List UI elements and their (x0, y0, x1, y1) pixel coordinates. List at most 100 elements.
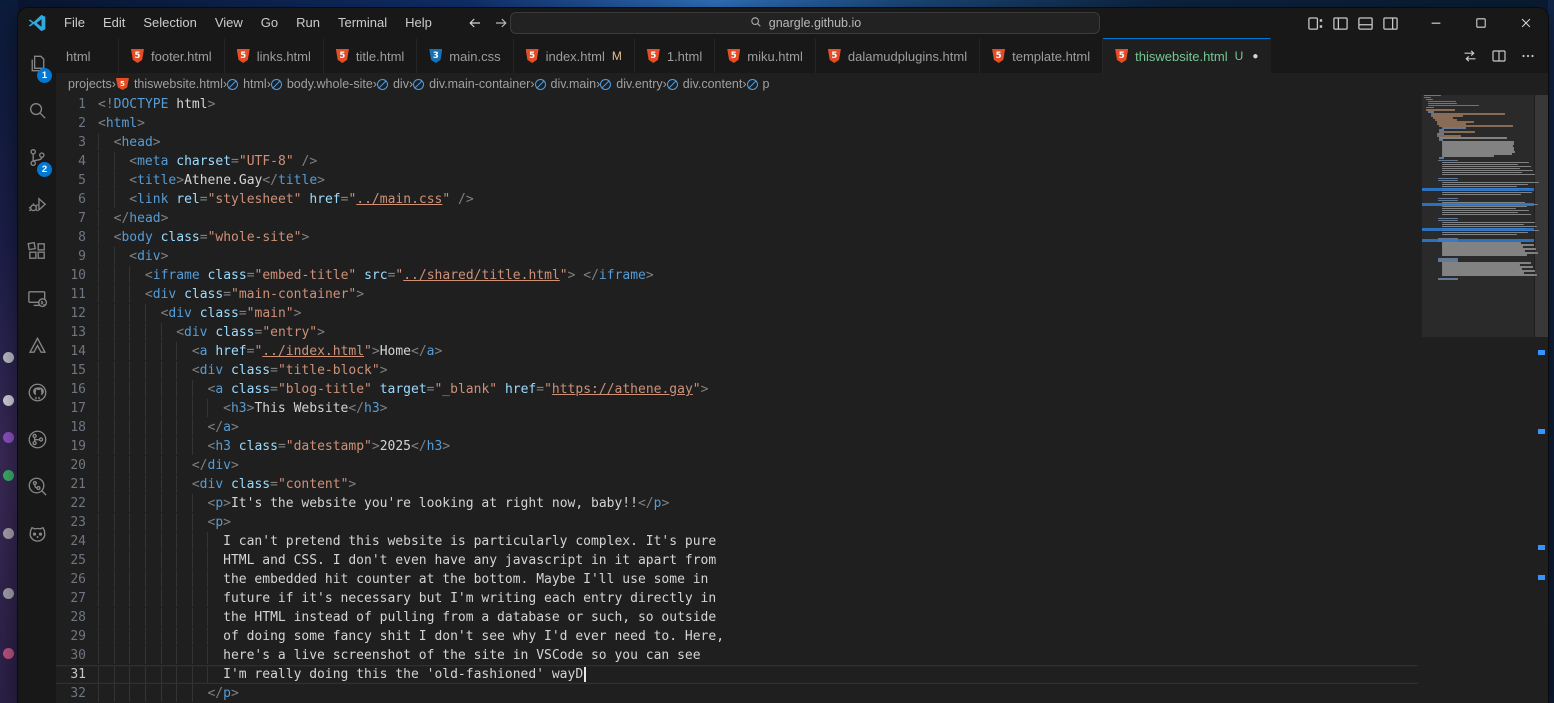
code-line[interactable]: 15<div class="title-block"> (56, 361, 1418, 380)
code-line[interactable]: 5<title>Athene.Gay</title> (56, 171, 1418, 190)
code-line[interactable]: 18</a> (56, 418, 1418, 437)
breadcrumb-item-div.content[interactable]: div.content (667, 77, 743, 91)
activity-item-a-logo[interactable] (18, 326, 56, 370)
tab-index.html[interactable]: 5index.htmlM (514, 38, 635, 73)
breadcrumb-item-div.entry[interactable]: div.entry (600, 77, 662, 91)
line-number[interactable]: 25 (56, 551, 98, 570)
back-arrow-icon[interactable] (467, 15, 483, 31)
vscode-logo-icon[interactable] (27, 13, 47, 33)
code-line[interactable]: 14<a href="../index.html">Home</a> (56, 342, 1418, 361)
line-number[interactable]: 3 (56, 133, 98, 152)
activity-item-git-graph[interactable] (18, 420, 56, 464)
tab-template.html[interactable]: 5template.html (980, 38, 1103, 73)
activity-item-godot-tools[interactable] (18, 514, 56, 558)
tab-miku.html[interactable]: 5miku.html (715, 38, 816, 73)
minimap[interactable] (1422, 95, 1534, 703)
line-number[interactable]: 31 (56, 665, 98, 684)
breadcrumb-item-div[interactable]: div (377, 77, 409, 91)
line-number[interactable]: 12 (56, 304, 98, 323)
window-minimize-button[interactable] (1413, 8, 1458, 38)
activity-item-github[interactable] (18, 373, 56, 417)
code-line[interactable]: 28the HTML instead of pulling from a dat… (56, 608, 1418, 627)
code-line[interactable]: 26the embedded hit counter at the bottom… (56, 570, 1418, 589)
code-line[interactable]: 30here's a live screenshot of the site i… (56, 646, 1418, 665)
window-close-button[interactable] (1503, 8, 1548, 38)
code-line[interactable]: 24I can't pretend this website is partic… (56, 532, 1418, 551)
line-number[interactable]: 9 (56, 247, 98, 266)
menu-edit[interactable]: Edit (94, 8, 134, 38)
line-number[interactable]: 10 (56, 266, 98, 285)
line-number[interactable]: 15 (56, 361, 98, 380)
line-number[interactable]: 18 (56, 418, 98, 437)
line-number[interactable]: 16 (56, 380, 98, 399)
toggle-secondary-sidebar-icon[interactable] (1382, 15, 1399, 32)
code-line[interactable]: 13<div class="entry"> (56, 323, 1418, 342)
dirty-dot-icon[interactable]: ● (1252, 51, 1258, 62)
line-number[interactable]: 4 (56, 152, 98, 171)
line-number[interactable]: 6 (56, 190, 98, 209)
toggle-panel-icon[interactable] (1357, 15, 1374, 32)
activity-item-source-control[interactable]: 2 (18, 138, 56, 182)
line-number[interactable]: 32 (56, 684, 98, 703)
open-changes-icon[interactable] (1457, 43, 1482, 68)
line-number[interactable]: 11 (56, 285, 98, 304)
menu-file[interactable]: File (55, 8, 94, 38)
code-line[interactable]: 16<a class="blog-title" target="_blank" … (56, 380, 1418, 399)
line-number[interactable]: 28 (56, 608, 98, 627)
menu-run[interactable]: Run (287, 8, 329, 38)
line-number[interactable]: 24 (56, 532, 98, 551)
line-number[interactable]: 27 (56, 589, 98, 608)
activity-item-extensions[interactable] (18, 232, 56, 276)
code-line[interactable]: 25HTML and CSS. I don't even have any ja… (56, 551, 1418, 570)
customize-layout-icon[interactable] (1307, 15, 1324, 32)
code-line[interactable]: 2<html> (56, 114, 1418, 133)
line-number[interactable]: 30 (56, 646, 98, 665)
line-number[interactable]: 20 (56, 456, 98, 475)
line-number[interactable]: 21 (56, 475, 98, 494)
line-number[interactable]: 2 (56, 114, 98, 133)
menu-go[interactable]: Go (252, 8, 287, 38)
code-line[interactable]: 11<div class="main-container"> (56, 285, 1418, 304)
more-actions-icon[interactable] (1515, 43, 1540, 68)
breadcrumb-item-body.whole-site[interactable]: body.whole-site (271, 77, 373, 91)
code-line[interactable]: 4<meta charset="UTF-8" /> (56, 152, 1418, 171)
line-number[interactable]: 26 (56, 570, 98, 589)
line-number[interactable]: 1 (56, 95, 98, 114)
forward-arrow-icon[interactable] (493, 15, 509, 31)
breadcrumb-item-projects[interactable]: projects (68, 77, 112, 91)
code-line[interactable]: 12<div class="main"> (56, 304, 1418, 323)
tab-html[interactable]: html (56, 38, 119, 73)
breadcrumb-item-p[interactable]: p (747, 77, 770, 91)
breadcrumb-item-html[interactable]: html (227, 77, 267, 91)
tab-dalamudplugins.html[interactable]: 5dalamudplugins.html (816, 38, 980, 73)
tab-1.html[interactable]: 51.html (635, 38, 715, 73)
code-line[interactable]: 22<p>It's the website you're looking at … (56, 494, 1418, 513)
code-line[interactable]: 9<div> (56, 247, 1418, 266)
code-area[interactable]: 1<!DOCTYPE html>2<html>3<head>4<meta cha… (56, 95, 1418, 703)
menu-help[interactable]: Help (396, 8, 441, 38)
menu-terminal[interactable]: Terminal (329, 8, 396, 38)
code-line[interactable]: 17<h3>This Website</h3> (56, 399, 1418, 418)
tab-links.html[interactable]: 5links.html (225, 38, 324, 73)
line-number[interactable]: 13 (56, 323, 98, 342)
tab-thiswebsite.html[interactable]: 5thiswebsite.htmlU● (1103, 38, 1271, 73)
code-line[interactable]: 19<h3 class="datestamp">2025</h3> (56, 437, 1418, 456)
tab-main.css[interactable]: 3main.css (417, 38, 513, 73)
activity-item-run-and-debug[interactable] (18, 185, 56, 229)
code-line[interactable]: 31I'm really doing this the 'old-fashion… (56, 665, 1418, 684)
line-number[interactable]: 23 (56, 513, 98, 532)
code-line[interactable]: 29of doing some fancy shit I don't see w… (56, 627, 1418, 646)
line-number[interactable]: 29 (56, 627, 98, 646)
code-line[interactable]: 21<div class="content"> (56, 475, 1418, 494)
breadcrumb-item-thiswebsite.html[interactable]: 5thiswebsite.html (116, 77, 223, 91)
menu-view[interactable]: View (206, 8, 252, 38)
code-line[interactable]: 6<link rel="stylesheet" href="../main.cs… (56, 190, 1418, 209)
code-line[interactable]: 32</p> (56, 684, 1418, 703)
code-line[interactable]: 20</div> (56, 456, 1418, 475)
code-line[interactable]: 3<head> (56, 133, 1418, 152)
line-number[interactable]: 14 (56, 342, 98, 361)
activity-item-search[interactable] (18, 91, 56, 135)
code-line[interactable]: 8<body class="whole-site"> (56, 228, 1418, 247)
line-number[interactable]: 7 (56, 209, 98, 228)
scrollbar-thumb[interactable] (1535, 95, 1548, 337)
